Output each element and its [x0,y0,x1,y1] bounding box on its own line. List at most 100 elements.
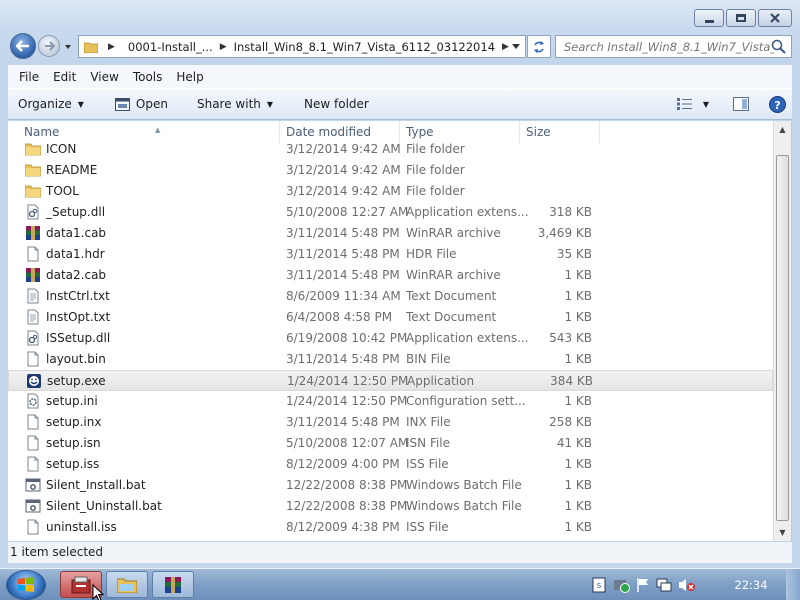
file-row[interactable]: Silent_Install.bat 12/22/2008 8:38 PM Wind… [8,475,773,496]
file-row[interactable]: data2.cab 3/11/2014 5:48 PM WinRAR archive… [8,265,773,286]
file-size: 1 KB [564,268,592,282]
installer-icon [71,576,91,593]
file-row[interactable]: setup.exe 1/24/2014 12:50 PM Application 38… [8,370,773,391]
organize-button[interactable]: Organize ▼ [8,89,93,119]
search-input[interactable] [564,39,774,54]
file-row[interactable]: ICON 3/12/2014 9:42 AM File folder [8,139,773,160]
preview-pane-icon[interactable] [733,97,749,111]
start-button[interactable] [6,570,46,600]
file-icon [25,414,41,430]
file-row[interactable]: layout.bin 3/11/2014 5:48 PM BIN File 1 KB [8,349,773,370]
folder-icon [84,42,98,53]
breadcrumb-separator-icon[interactable]: ▶ [220,42,227,52]
breadcrumb-item-parent[interactable]: 0001-Install_... [128,40,213,54]
volume-muted-icon[interactable] [678,577,696,593]
forward-button[interactable] [38,35,60,57]
change-view-button[interactable]: ▼ [676,98,709,110]
security-shield-icon[interactable] [612,577,630,593]
menu-view[interactable]: View [83,70,125,84]
file-name: ICON [46,142,77,156]
help-icon[interactable]: ? [769,95,786,113]
file-row[interactable]: InstOpt.txt 6/4/2008 4:58 PM Text Document… [8,307,773,328]
show-desktop-button[interactable] [786,569,800,600]
file-name: uninstall.iss [46,520,117,534]
file-row[interactable]: setup.ini 1/24/2014 12:50 PM Configuration… [8,391,773,412]
maximize-button[interactable] [726,9,756,27]
vertical-scrollbar[interactable]: ▲ ▼ [773,121,791,541]
file-row[interactable]: ISSetup.dll 6/19/2008 10:42 PM Application… [8,328,773,349]
flag-icon[interactable] [636,577,650,593]
address-history-button[interactable] [507,36,525,57]
folder-icon [24,162,42,178]
minimize-button[interactable] [694,9,724,27]
file-type: Application extens... [406,331,529,345]
file-row[interactable]: InstCtrl.txt 8/6/2009 11:34 AM Text Docume… [8,286,773,307]
recent-pages-dropdown-icon[interactable] [63,42,73,52]
open-button[interactable]: Open [93,89,177,119]
file-row[interactable]: data1.cab 3/11/2014 5:48 PM WinRAR archive… [8,223,773,244]
status-text: 1 item selected [10,545,104,559]
dll-icon [25,330,41,346]
scroll-down-arrow-icon[interactable]: ▼ [774,524,791,541]
refresh-button[interactable] [527,35,551,58]
file-type: WinRAR archive [406,268,501,282]
file-date-modified: 12/22/2008 8:38 PM [286,478,408,492]
mouse-cursor-icon [92,584,104,600]
config-icon [25,393,41,409]
file-row[interactable]: setup.iss 8/12/2009 4:00 PM ISS File 1 KB [8,454,773,475]
file-row[interactable]: setup.isn 5/10/2008 12:07 AM ISN File 41 KB [8,433,773,454]
file-name: data1.cab [46,226,107,240]
chevron-down-icon: ▼ [702,99,709,109]
file-size: 258 KB [549,415,592,429]
menu-bar: File Edit View Tools Help [8,64,792,88]
file-type: File folder [406,142,465,156]
file-date-modified: 8/12/2009 4:38 PM [286,520,400,534]
menu-edit[interactable]: Edit [46,70,83,84]
scrollbar-thumb[interactable] [776,155,789,521]
file-name: README [46,163,98,177]
file-row[interactable]: uninstall.iss 8/12/2009 4:38 PM ISS File 1 … [8,517,773,538]
breadcrumb-separator-icon[interactable]: ▶ [108,42,115,52]
menu-file[interactable]: File [12,70,46,84]
winrar-icon [25,267,41,283]
menu-help[interactable]: Help [169,70,210,84]
file-type: File folder [406,163,465,177]
file-name: _Setup.dll [46,205,106,219]
back-button[interactable] [10,33,36,59]
batch-icon [25,498,41,514]
file-name: data2.cab [46,268,107,282]
scroll-up-arrow-icon[interactable]: ▲ [774,121,791,138]
file-row[interactable]: README 3/12/2014 9:42 AM File folder [8,160,773,181]
column-size-label: Size [526,125,551,139]
address-bar[interactable]: ▶ 0001-Install_... ▶ Install_Win8_8.1_Wi… [78,35,526,58]
file-type: Text Document [406,289,497,303]
chevron-down-icon [512,43,520,49]
file-row[interactable]: _Setup.dll 5/10/2008 12:27 AM Application … [8,202,773,223]
new-folder-button[interactable]: New folder [282,89,378,119]
search-icon[interactable] [771,39,786,54]
breadcrumb-item-current[interactable]: Install_Win8_8.1_Win7_Vista_6112_0312201… [234,40,495,54]
file-type: HDR File [406,247,457,261]
file-row[interactable]: data1.hdr 3/11/2014 5:48 PM HDR File 35 KB [8,244,773,265]
file-row[interactable]: TOOL 3/12/2014 9:42 AM File folder [8,181,773,202]
network-icon[interactable] [656,577,672,593]
breadcrumb: 0001-Install_... ▶ Install_Win8_8.1_Win7… [128,40,516,54]
file-row[interactable]: setup.inx 3/11/2014 5:48 PM INX File 258 KB [8,412,773,433]
taskbar-explorer-app[interactable] [106,571,148,598]
batch-icon [25,477,41,493]
search-box[interactable] [555,35,792,58]
sort-ascending-icon: ▲ [155,126,161,134]
file-size: 41 KB [556,436,592,450]
taskbar-clock[interactable]: 22:34 [728,569,774,600]
file-row[interactable]: Silent_Uninstall.bat 12/22/2008 8:38 PM Wi… [8,496,773,517]
share-with-button[interactable]: Share with ▼ [177,89,282,119]
file-icon [25,519,41,535]
file-size: 1 KB [564,520,592,534]
document-icon[interactable]: S [592,577,606,593]
file-type: INX File [406,415,451,429]
taskbar-winrar-app[interactable] [152,571,194,598]
menu-tools[interactable]: Tools [126,70,170,84]
close-button[interactable] [758,9,792,27]
folder-icon [24,183,42,199]
file-date-modified: 3/12/2014 9:42 AM [286,184,401,198]
